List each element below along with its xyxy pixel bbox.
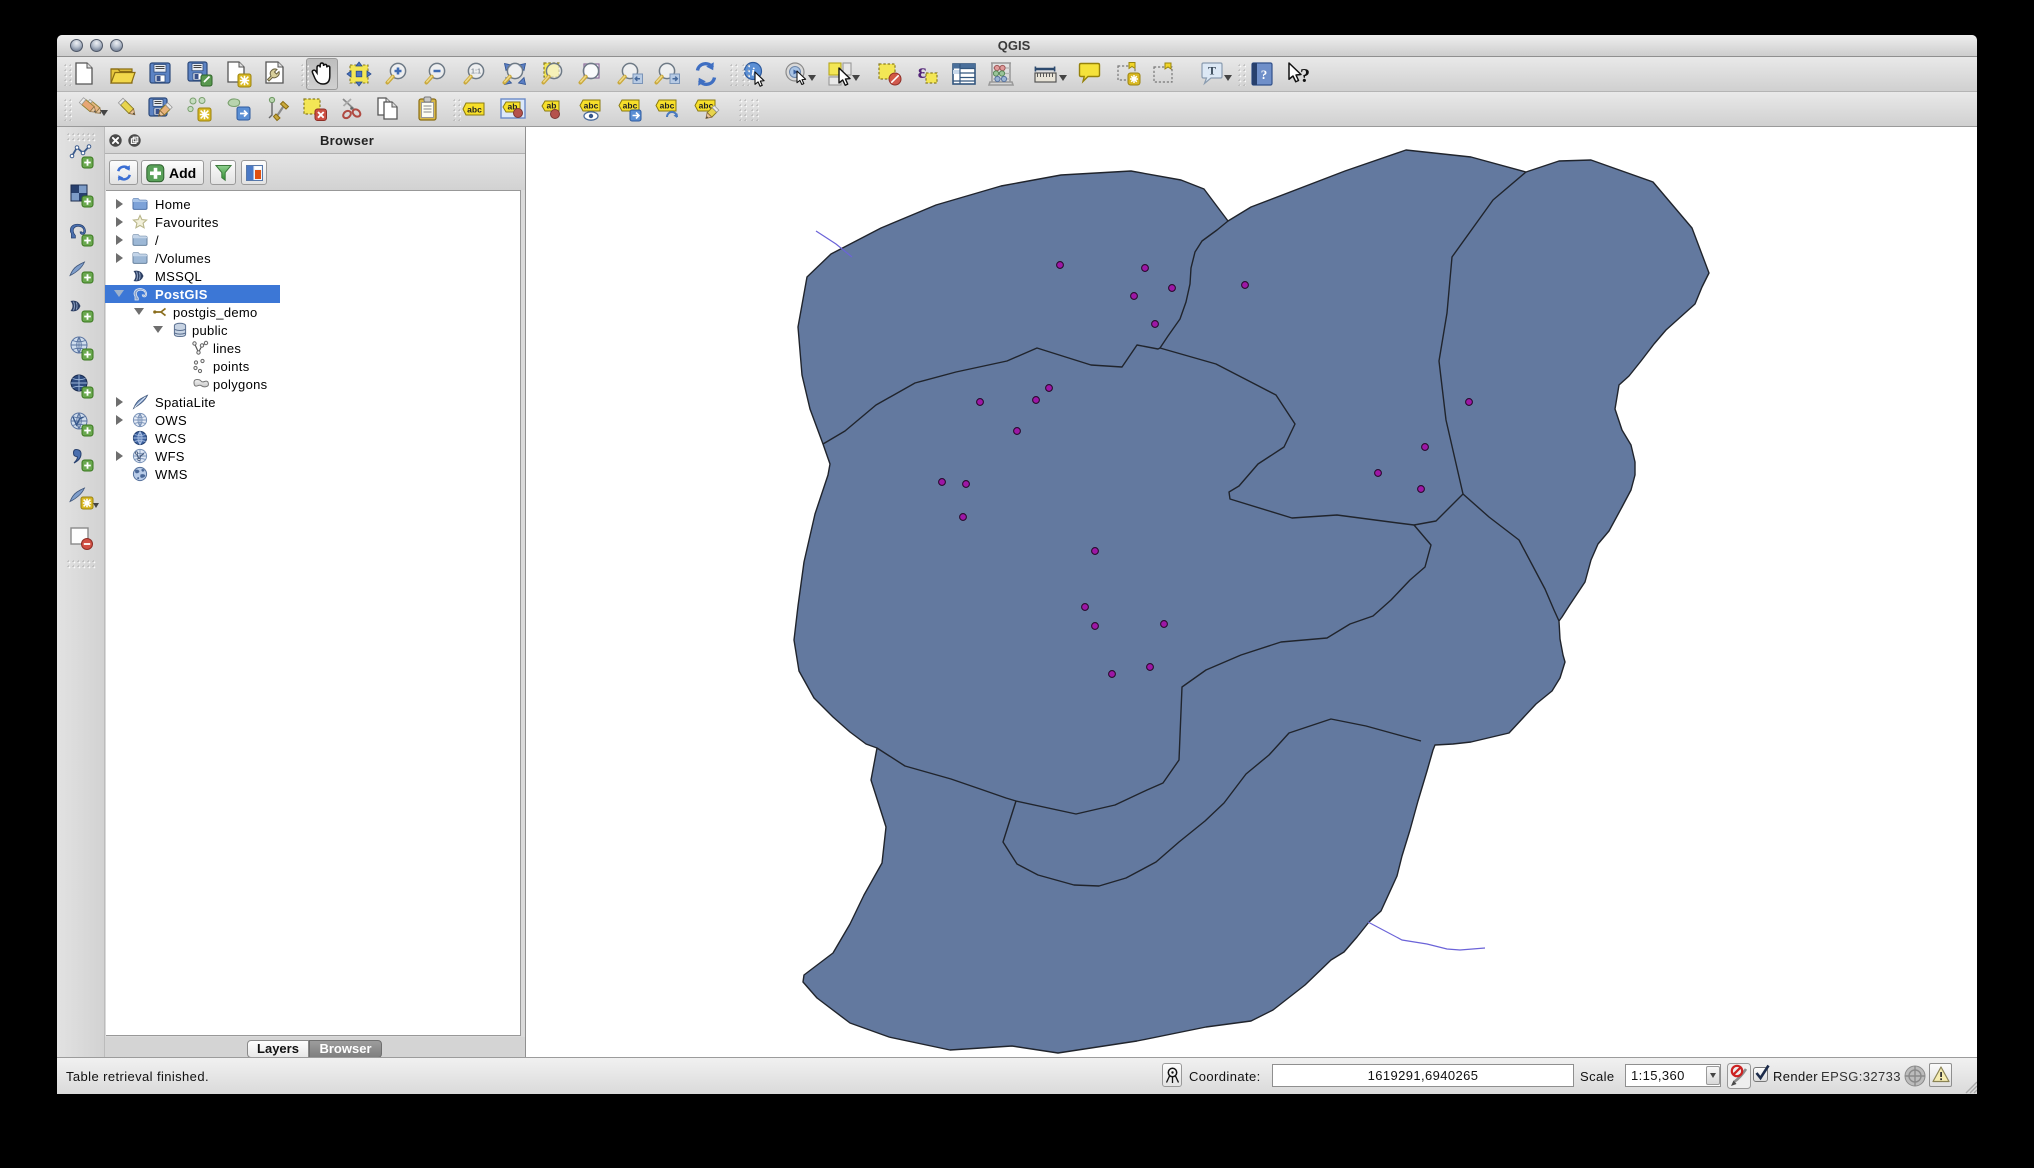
- svg-text:abc: abc: [467, 104, 482, 114]
- svg-text:abc: abc: [623, 100, 638, 110]
- svg-text:1:1: 1:1: [471, 69, 481, 76]
- svg-text:ab: ab: [547, 100, 557, 110]
- svg-text:T: T: [1208, 64, 1216, 78]
- svg-text:abc: abc: [584, 100, 599, 110]
- svg-text:?: ?: [1300, 65, 1310, 87]
- svg-text:?: ?: [1261, 67, 1268, 82]
- svg-text:ε: ε: [918, 61, 927, 83]
- svg-text:abc: abc: [660, 100, 675, 110]
